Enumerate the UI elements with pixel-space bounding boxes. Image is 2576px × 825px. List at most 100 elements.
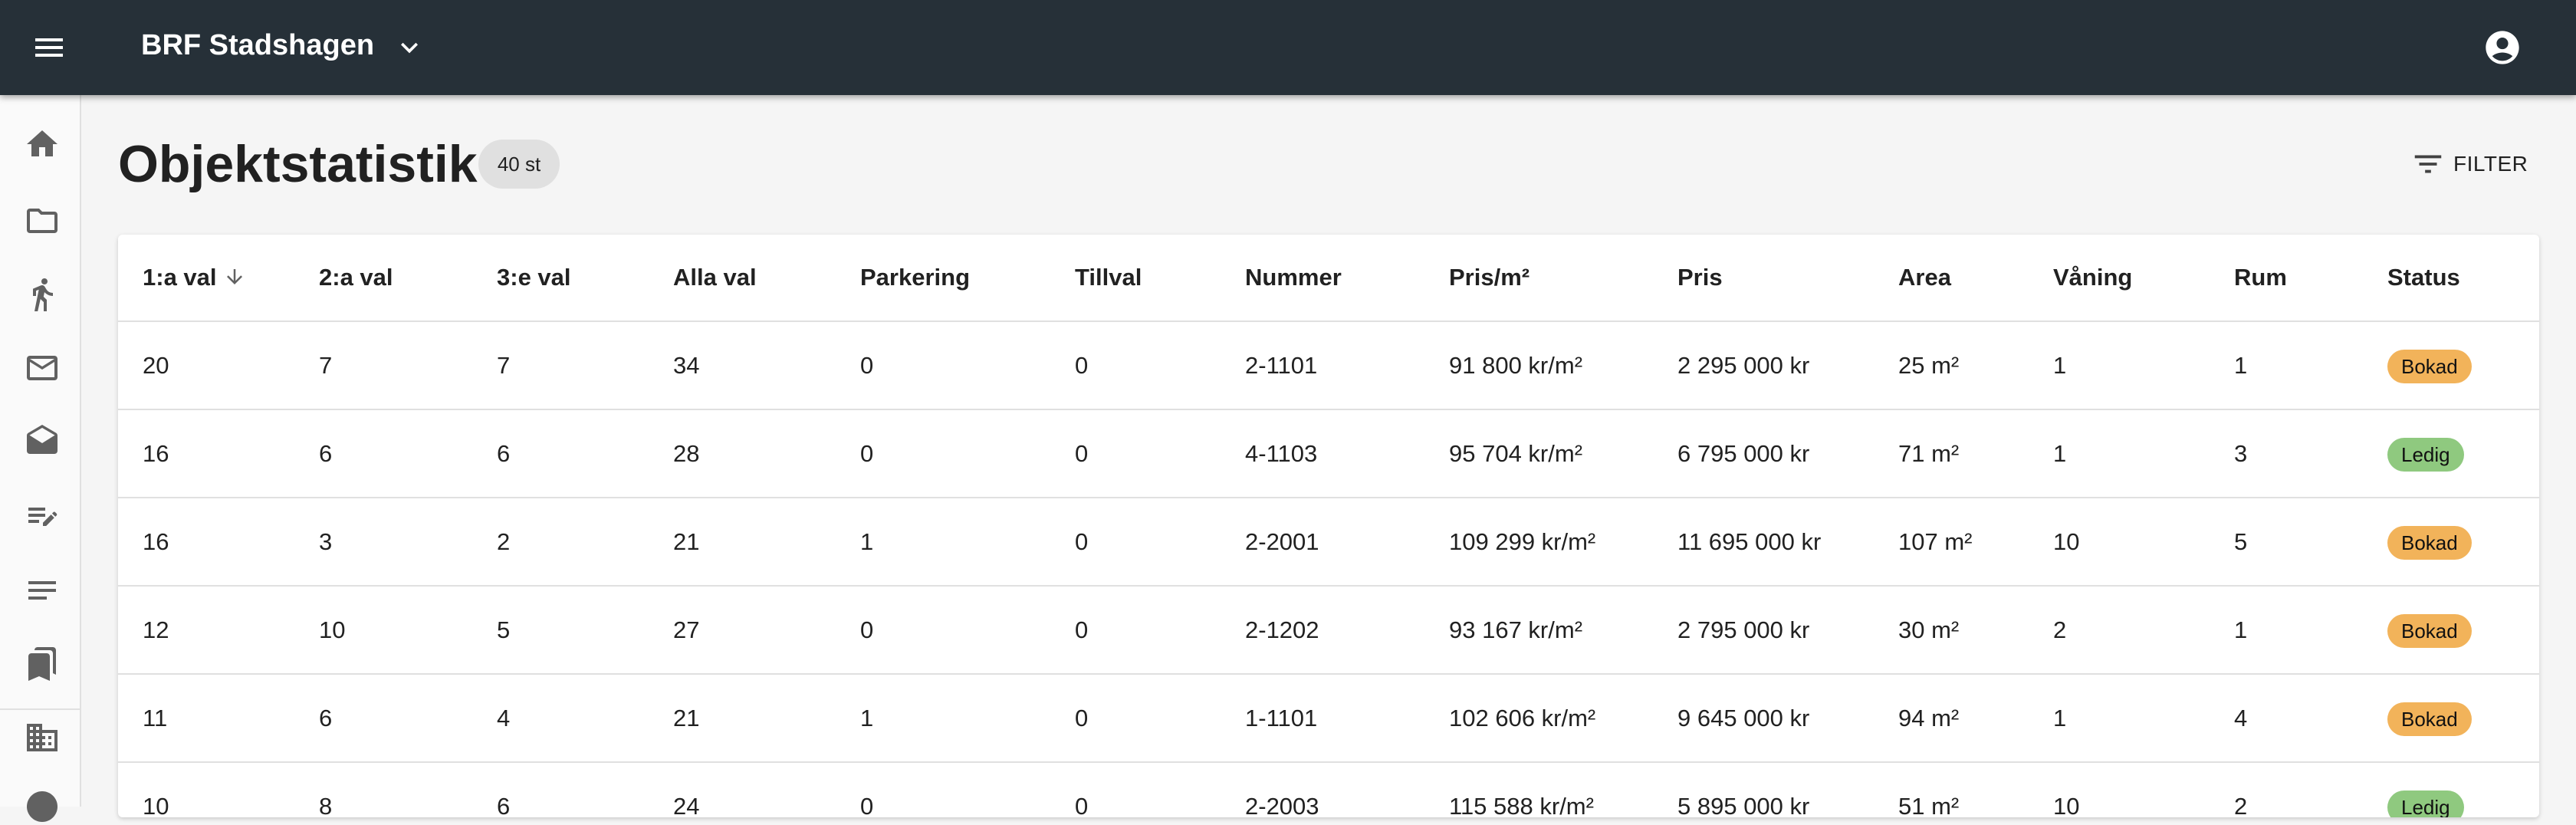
column-header[interactable]: Alla val bbox=[673, 235, 757, 320]
column-header[interactable]: Pris bbox=[1677, 235, 1723, 320]
column-header[interactable]: Area bbox=[1898, 235, 1951, 320]
table-cell: 102 606 kr/m² bbox=[1449, 705, 1596, 731]
filter-button[interactable]: FILTER bbox=[2410, 146, 2528, 182]
table-cell: 6 bbox=[497, 440, 511, 467]
account-icon[interactable] bbox=[2482, 28, 2522, 67]
apartment-icon[interactable] bbox=[24, 719, 61, 756]
table-cell: 2 795 000 kr bbox=[1677, 616, 1810, 643]
table-cell: 20 bbox=[143, 352, 169, 379]
table-cell: 0 bbox=[1075, 793, 1089, 817]
table-cell: 7 bbox=[319, 352, 333, 379]
count-chip: 40 st bbox=[478, 140, 560, 189]
table-cell: 5 bbox=[2234, 528, 2248, 555]
table-cell: 107 m² bbox=[1898, 528, 1973, 555]
table-cell: 24 bbox=[673, 793, 700, 817]
table-cell: 10 bbox=[2053, 528, 2080, 555]
table-cell: 1-1101 bbox=[1245, 705, 1318, 731]
table-cell: 0 bbox=[1075, 528, 1089, 555]
table-cell: 11 bbox=[143, 705, 168, 731]
organization-title[interactable]: BRF Stadshagen bbox=[141, 26, 374, 64]
table-cell: 0 bbox=[860, 793, 874, 817]
table-cell: 1 bbox=[2234, 616, 2248, 643]
status-badge: Bokad bbox=[2387, 614, 2472, 648]
table-cell: 2 bbox=[2053, 616, 2067, 643]
table-row[interactable]: 16 3 2 21 1 0 2-2001 109 299 kr/m² 11 69… bbox=[118, 498, 2539, 587]
objects-table: 1:a val 2:a val 3:e val Alla val Parkeri… bbox=[118, 235, 2539, 817]
filter-icon bbox=[2414, 155, 2442, 173]
table-cell: 2 295 000 kr bbox=[1677, 352, 1810, 379]
table-cell: 16 bbox=[143, 440, 169, 467]
table-cell: 95 704 kr/m² bbox=[1449, 440, 1583, 467]
table-cell: 0 bbox=[1075, 352, 1089, 379]
table-cell: 30 m² bbox=[1898, 616, 1960, 643]
status-badge: Bokad bbox=[2387, 702, 2472, 736]
table-cell: 34 bbox=[673, 352, 700, 379]
table-cell: 25 m² bbox=[1898, 352, 1960, 379]
table-cell: 6 795 000 kr bbox=[1677, 440, 1810, 467]
bookmarks-icon[interactable] bbox=[24, 646, 61, 682]
folder-icon[interactable] bbox=[24, 202, 61, 239]
column-header[interactable]: Rum bbox=[2234, 235, 2287, 320]
table-cell: 109 299 kr/m² bbox=[1449, 528, 1596, 555]
table-cell: 0 bbox=[860, 352, 874, 379]
column-header[interactable]: Pris/m² bbox=[1449, 235, 1530, 320]
table-row[interactable]: 20 7 7 34 0 0 2-1101 91 800 kr/m² 2 295 … bbox=[118, 322, 2539, 410]
table-cell: 27 bbox=[673, 616, 700, 643]
sidebar bbox=[0, 95, 81, 822]
table-cell: 10 bbox=[143, 793, 169, 817]
status-badge: Bokad bbox=[2387, 526, 2472, 560]
table-cell: 1 bbox=[860, 528, 874, 555]
table-cell: 8 bbox=[319, 793, 333, 817]
table-cell: 1 bbox=[2053, 352, 2067, 379]
table-row[interactable]: 16 6 6 28 0 0 4-1103 95 704 kr/m² 6 795 … bbox=[118, 410, 2539, 498]
sidebar-divider bbox=[0, 708, 80, 710]
table-cell: 1 bbox=[2053, 705, 2067, 731]
table-cell: 4 bbox=[497, 705, 511, 731]
table-row[interactable]: 11 6 4 21 1 0 1-1101 102 606 kr/m² 9 645… bbox=[118, 675, 2539, 763]
table-row[interactable]: 12 10 5 27 0 0 2-1202 93 167 kr/m² 2 795… bbox=[118, 587, 2539, 675]
table-cell: 1 bbox=[860, 705, 874, 731]
menu-icon[interactable] bbox=[31, 29, 67, 66]
table-cell: 3 bbox=[319, 528, 333, 555]
table-cell: 0 bbox=[860, 616, 874, 643]
table-cell: 2-2001 bbox=[1245, 528, 1319, 555]
table-cell: 9 645 000 kr bbox=[1677, 705, 1810, 731]
arrow-down-icon bbox=[226, 269, 242, 284]
home-icon[interactable] bbox=[24, 126, 61, 163]
table-cell: 91 800 kr/m² bbox=[1449, 352, 1583, 379]
table-cell: 0 bbox=[860, 440, 874, 467]
table-cell: 0 bbox=[1075, 616, 1089, 643]
table-cell: 10 bbox=[319, 616, 346, 643]
table-cell: 2-1202 bbox=[1245, 616, 1319, 643]
table-cell: 5 bbox=[497, 616, 511, 643]
person-walking-icon[interactable] bbox=[24, 276, 61, 313]
column-header[interactable]: Våning bbox=[2053, 235, 2132, 320]
table-cell: 4-1103 bbox=[1245, 440, 1318, 467]
notes-icon[interactable] bbox=[24, 572, 61, 609]
column-header[interactable]: Nummer bbox=[1245, 235, 1342, 320]
table-cell: 51 m² bbox=[1898, 793, 1960, 817]
column-header[interactable]: Tillval bbox=[1075, 235, 1142, 320]
column-header[interactable]: Status bbox=[2387, 235, 2460, 320]
table-cell: 93 167 kr/m² bbox=[1449, 616, 1583, 643]
drafts-icon[interactable] bbox=[24, 423, 61, 460]
page-title: Objektstatistik bbox=[118, 135, 478, 193]
column-header[interactable]: Parkering bbox=[860, 235, 970, 320]
table-cell: 0 bbox=[1075, 440, 1089, 467]
column-header[interactable]: 2:a val bbox=[319, 235, 393, 320]
table-row[interactable]: 10 8 6 24 0 0 2-2003 115 588 kr/m² 5 895… bbox=[118, 763, 2539, 817]
table-cell: 2-1101 bbox=[1245, 352, 1318, 379]
table-cell: 12 bbox=[143, 616, 169, 643]
edit-note-icon[interactable] bbox=[24, 498, 61, 535]
column-header[interactable]: 3:e val bbox=[497, 235, 571, 320]
info-icon[interactable] bbox=[24, 788, 61, 825]
table-cell: 2 bbox=[497, 528, 511, 555]
status-badge: Ledig bbox=[2387, 438, 2464, 472]
mail-icon[interactable] bbox=[24, 350, 61, 386]
table-cell: 16 bbox=[143, 528, 169, 555]
chevron-down-icon[interactable] bbox=[393, 31, 426, 64]
table-cell: 3 bbox=[2234, 440, 2248, 467]
column-header[interactable]: 1:a val bbox=[143, 235, 246, 320]
table-cell: 21 bbox=[673, 528, 700, 555]
filter-label: FILTER bbox=[2453, 152, 2528, 176]
